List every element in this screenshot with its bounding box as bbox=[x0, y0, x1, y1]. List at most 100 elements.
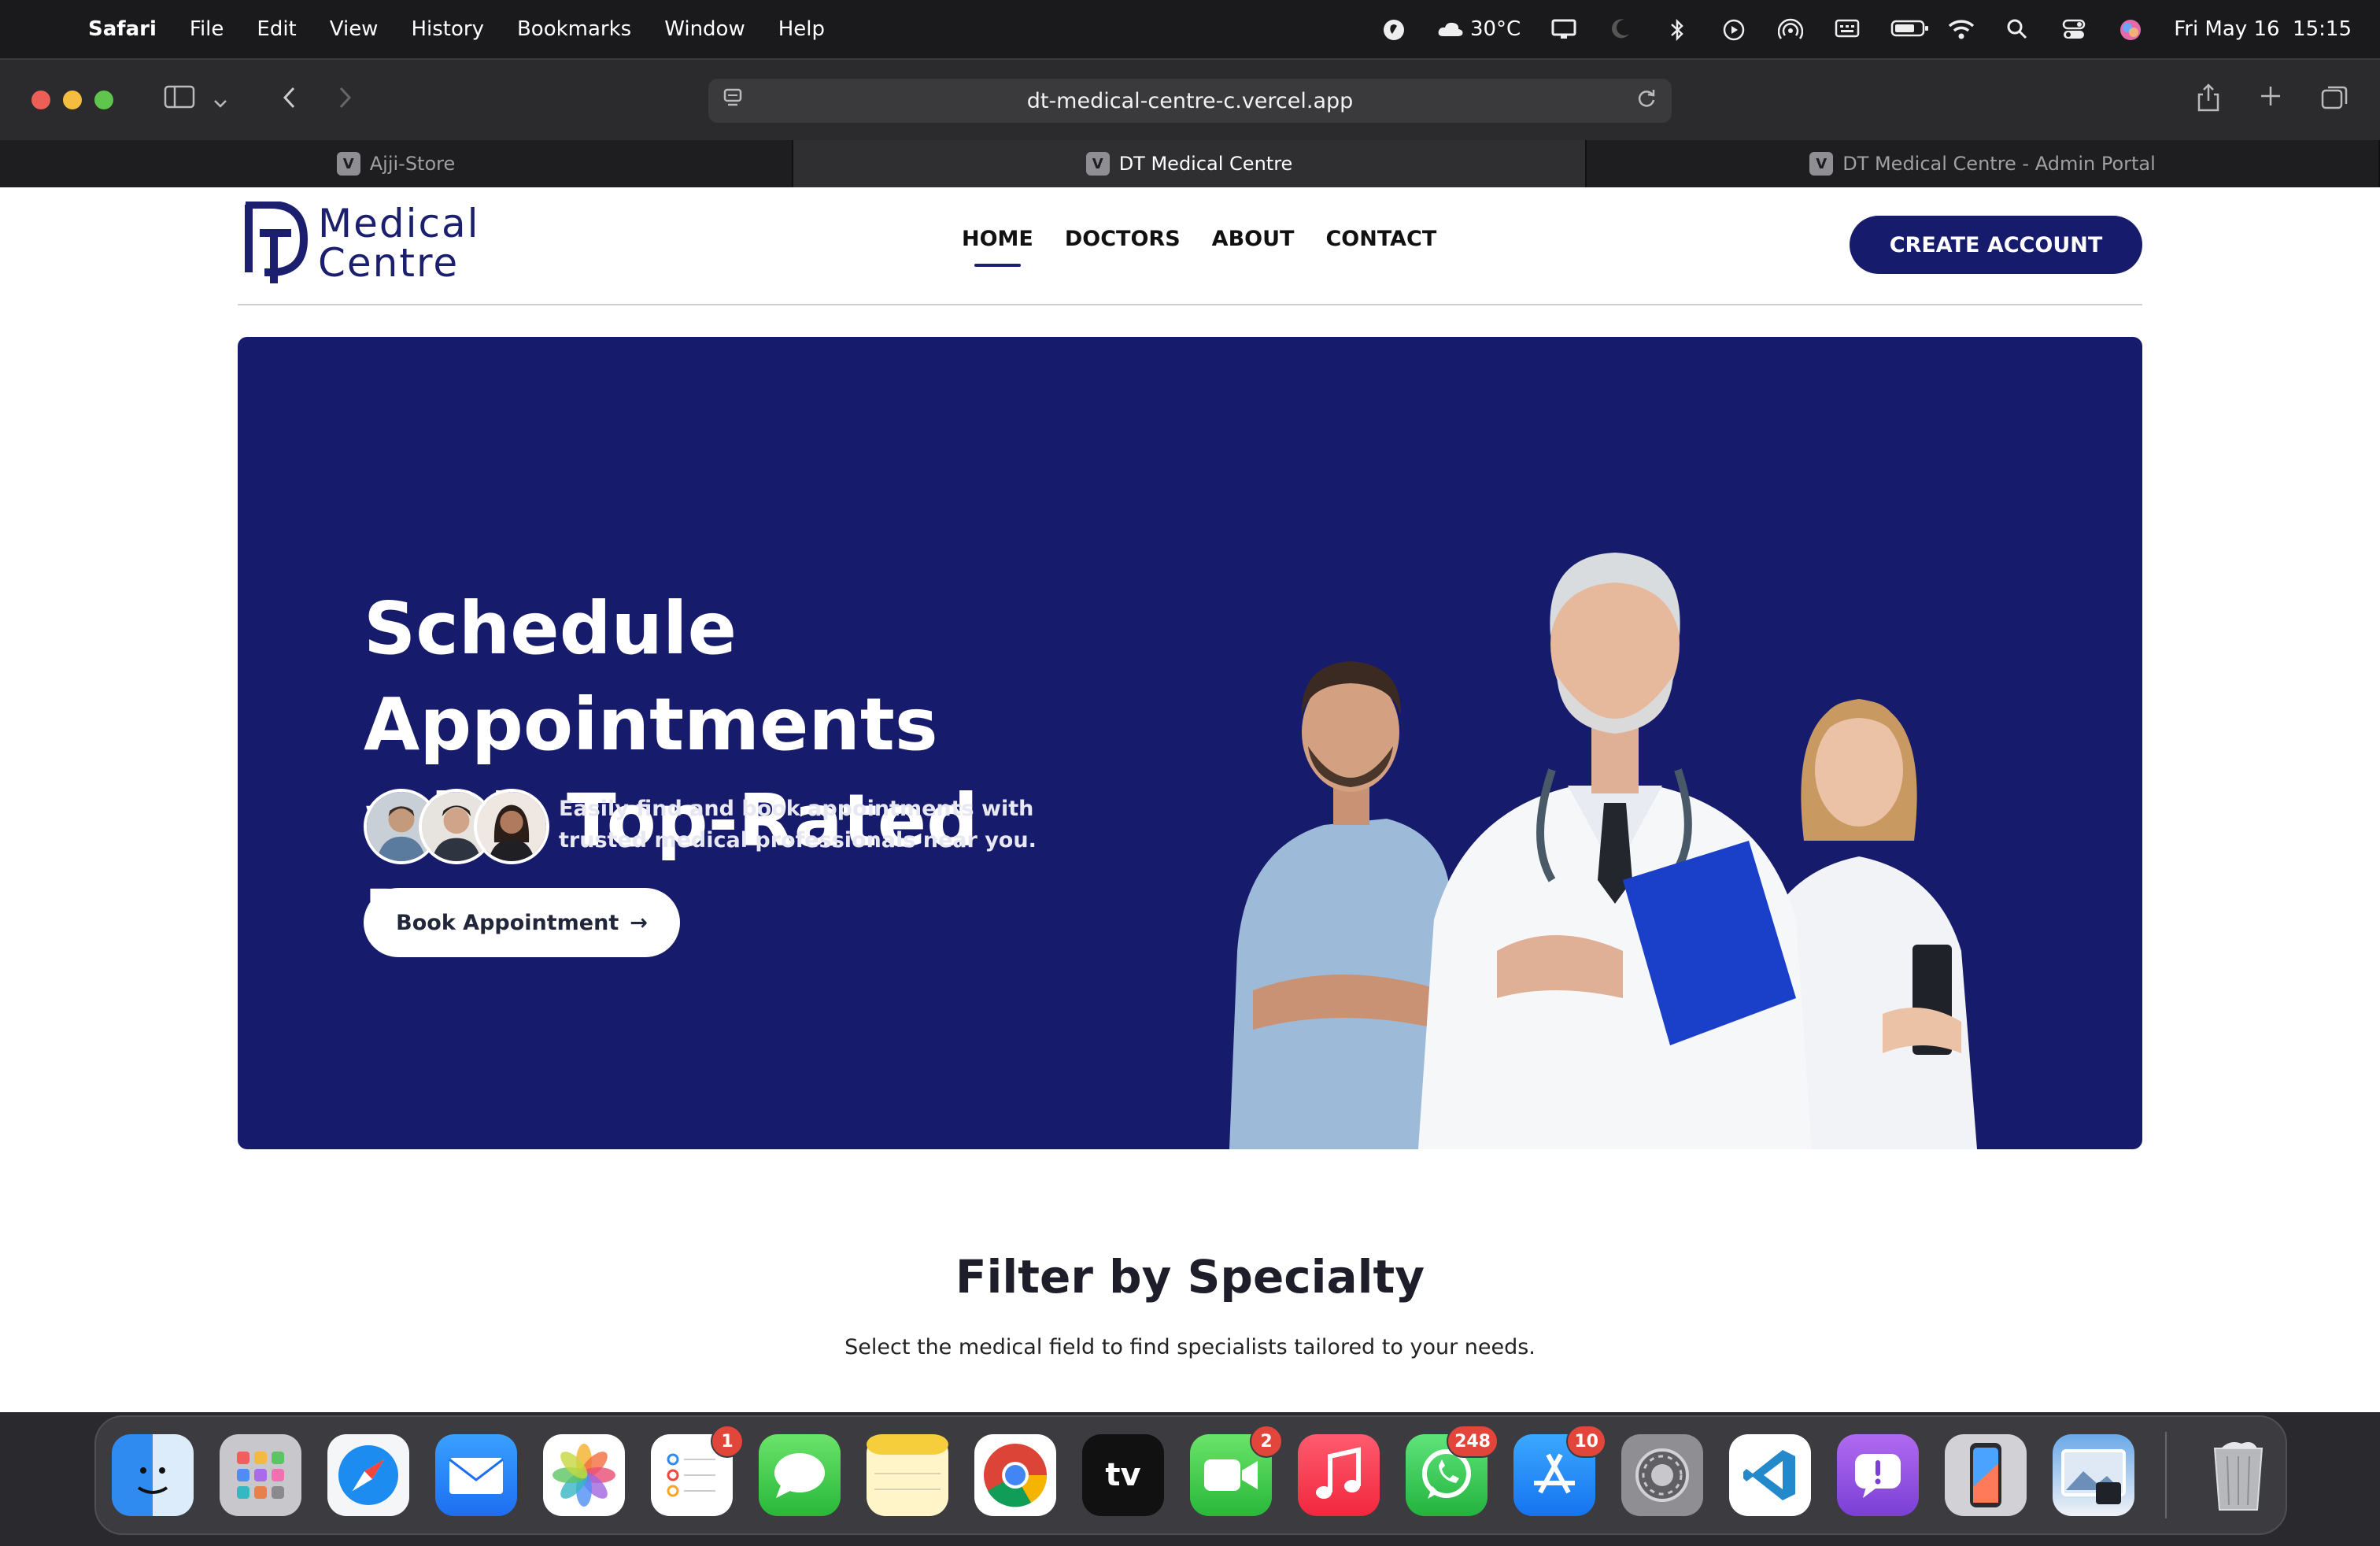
menu-help[interactable]: Help bbox=[778, 17, 825, 41]
book-appointment-label: Book Appointment bbox=[396, 910, 619, 935]
control-center-icon[interactable] bbox=[2060, 18, 2087, 40]
sidebar-toggle-icon[interactable] bbox=[162, 84, 197, 117]
menu-window[interactable]: Window bbox=[664, 17, 745, 41]
notes-icon[interactable] bbox=[867, 1434, 948, 1516]
filter-section-title: Filter by Specialty bbox=[955, 1250, 1425, 1304]
menu-view[interactable]: View bbox=[330, 17, 379, 41]
window-controls bbox=[31, 91, 113, 109]
spotlight-search-icon[interactable] bbox=[2004, 18, 2031, 40]
nav-doctors[interactable]: DOCTORS bbox=[1065, 227, 1181, 251]
share-icon[interactable] bbox=[2196, 83, 2221, 120]
book-appointment-button[interactable]: Book Appointment → bbox=[364, 888, 680, 957]
hero-subtitle: Easily find and book appointments with t… bbox=[559, 797, 1037, 853]
reminders-badge: 1 bbox=[711, 1425, 744, 1458]
menu-edit[interactable]: Edit bbox=[257, 17, 296, 41]
trash-icon[interactable] bbox=[2197, 1434, 2279, 1516]
tab-label: DT Medical Centre bbox=[1118, 153, 1293, 175]
finder-icon[interactable] bbox=[112, 1434, 194, 1516]
launchpad-icon[interactable] bbox=[220, 1434, 301, 1516]
vercel-favicon-icon: V bbox=[1085, 152, 1110, 176]
vercel-favicon-icon: V bbox=[1809, 152, 1834, 176]
menubar: Safari File Edit View History Bookmarks … bbox=[0, 0, 2380, 58]
reminders-icon[interactable]: 1 bbox=[651, 1425, 744, 1516]
menu-bookmarks[interactable]: Bookmarks bbox=[517, 17, 631, 41]
feedback-icon[interactable] bbox=[1837, 1434, 1919, 1516]
site-logo[interactable]: Medical Centre bbox=[242, 202, 480, 285]
apple-tv-icon[interactable]: tv bbox=[1082, 1434, 1164, 1516]
tab-admin-portal[interactable]: V DT Medical Centre - Admin Portal bbox=[1587, 140, 2380, 187]
arrow-right-icon: → bbox=[630, 910, 648, 935]
menu-app-name[interactable]: Safari bbox=[88, 17, 157, 41]
weather-widget[interactable]: 30°C bbox=[1437, 17, 1521, 41]
airdrop-icon[interactable] bbox=[1777, 18, 1804, 40]
site-header: Medical Centre HOME DOCTORS ABOUT CONTAC… bbox=[238, 187, 2142, 305]
facetime-icon[interactable]: 2 bbox=[1190, 1425, 1283, 1516]
tab-dt-medical-centre[interactable]: V DT Medical Centre bbox=[793, 140, 1587, 187]
filter-section-subtitle: Select the medical field to find special… bbox=[844, 1335, 1536, 1359]
whatsapp-icon[interactable]: 248 bbox=[1406, 1425, 1499, 1516]
preview-icon[interactable] bbox=[2053, 1434, 2134, 1516]
hero-title-line1: Schedule Appointments bbox=[364, 586, 938, 767]
photos-icon[interactable] bbox=[543, 1434, 625, 1516]
logo-line1: Medical bbox=[318, 201, 480, 246]
minimize-window-button[interactable] bbox=[63, 91, 82, 109]
chrome-icon[interactable] bbox=[974, 1434, 1056, 1516]
battery-icon[interactable] bbox=[1890, 18, 1929, 40]
moon-icon[interactable] bbox=[1607, 18, 1634, 40]
shazam-icon[interactable] bbox=[1380, 18, 1407, 40]
tab-ajji-store[interactable]: V Ajji-Store bbox=[0, 140, 793, 187]
nav-about[interactable]: ABOUT bbox=[1212, 227, 1295, 251]
appstore-badge: 10 bbox=[1566, 1425, 1606, 1458]
nav-home[interactable]: HOME bbox=[962, 227, 1033, 267]
tab-label: DT Medical Centre - Admin Portal bbox=[1842, 153, 2156, 175]
siri-icon[interactable] bbox=[2117, 18, 2144, 40]
nav-contact[interactable]: CONTACT bbox=[1325, 227, 1436, 251]
tab-bar: V Ajji-Store V DT Medical Centre V DT Me… bbox=[0, 140, 2380, 187]
chevron-down-icon[interactable] bbox=[203, 84, 238, 117]
address-bar[interactable]: dt-medical-centre-c.vercel.app bbox=[708, 79, 1672, 123]
avatar-group bbox=[364, 789, 549, 864]
menu-file[interactable]: File bbox=[190, 17, 224, 41]
vscode-icon[interactable] bbox=[1729, 1434, 1811, 1516]
reload-icon[interactable] bbox=[1635, 87, 1658, 115]
logo-line2: Centre bbox=[318, 240, 460, 286]
now-playing-icon[interactable] bbox=[1720, 18, 1747, 41]
app-store-icon[interactable]: 10 bbox=[1513, 1425, 1606, 1516]
menubar-datetime[interactable]: Fri May 16 15:15 bbox=[2174, 17, 2352, 41]
weather-temp: 30°C bbox=[1469, 17, 1521, 41]
tab-overview-icon[interactable] bbox=[2320, 83, 2349, 120]
close-window-button[interactable] bbox=[31, 91, 50, 109]
web-page: Medical Centre HOME DOCTORS ABOUT CONTAC… bbox=[0, 187, 2380, 1412]
forward-icon[interactable] bbox=[327, 84, 362, 117]
mail-icon[interactable] bbox=[435, 1434, 517, 1516]
bluetooth-icon[interactable] bbox=[1664, 18, 1691, 42]
system-settings-icon[interactable] bbox=[1621, 1434, 1703, 1516]
doctors-illustration bbox=[1229, 553, 1977, 1149]
dt-logo-icon bbox=[245, 202, 309, 283]
url-text[interactable]: dt-medical-centre-c.vercel.app bbox=[1027, 89, 1354, 113]
iphone-mirroring-icon[interactable] bbox=[1945, 1434, 2027, 1516]
whatsapp-badge: 248 bbox=[1447, 1425, 1499, 1458]
main-nav: HOME DOCTORS ABOUT CONTACT bbox=[962, 227, 1436, 267]
wifi-icon[interactable] bbox=[1947, 18, 1975, 40]
safari-icon[interactable] bbox=[327, 1434, 409, 1516]
keyboard-icon[interactable] bbox=[1834, 18, 1861, 40]
display-icon[interactable] bbox=[1550, 18, 1577, 40]
menu-history[interactable]: History bbox=[411, 17, 484, 41]
hero-banner: Schedule Appointments with Top-Rated Doc… bbox=[238, 337, 2142, 1149]
back-icon[interactable] bbox=[272, 84, 307, 117]
music-icon[interactable] bbox=[1298, 1434, 1380, 1516]
new-tab-icon[interactable] bbox=[2259, 83, 2282, 120]
browser-toolbar: dt-medical-centre-c.vercel.app bbox=[0, 58, 2380, 140]
dock-separator bbox=[2165, 1432, 2167, 1518]
page-menu-icon[interactable] bbox=[722, 87, 745, 115]
vercel-favicon-icon: V bbox=[336, 152, 360, 176]
avatar bbox=[474, 789, 549, 864]
cloud-icon bbox=[1438, 22, 1463, 36]
doctor-senior-figure bbox=[1418, 553, 1812, 1149]
dock: 1 tv 2 248 10 bbox=[94, 1415, 2287, 1535]
maximize-window-button[interactable] bbox=[94, 91, 113, 109]
messages-icon[interactable] bbox=[759, 1434, 841, 1516]
create-account-button[interactable]: CREATE ACCOUNT bbox=[1850, 216, 2142, 274]
tab-label: Ajji-Store bbox=[369, 153, 456, 175]
